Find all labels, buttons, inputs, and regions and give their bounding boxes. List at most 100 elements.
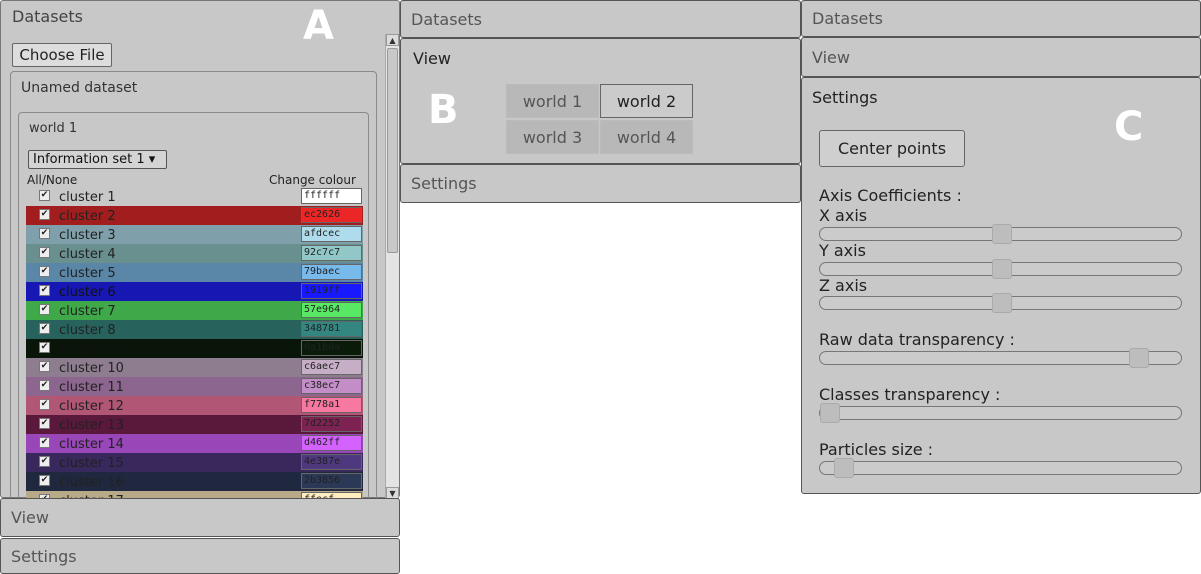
cluster-name: cluster 4	[59, 247, 116, 262]
cluster-name: cluster 15	[59, 456, 124, 471]
settings-header[interactable]: Settings	[400, 164, 801, 203]
cluster-row: ✔ cluster 4 92c7c7	[26, 244, 363, 263]
world-box: world 1 Information set 1 ▾ All/None Cha…	[18, 112, 369, 512]
z-axis-slider[interactable]	[819, 293, 1182, 313]
cluster-checkbox[interactable]: ✔	[39, 228, 50, 239]
scrollbar[interactable]: ▲ ▼	[385, 34, 399, 499]
y-axis-slider[interactable]	[819, 259, 1182, 279]
all-none-toggle[interactable]: All/None	[27, 173, 77, 187]
cluster-colour-input[interactable]: d462ff	[301, 435, 362, 451]
view-header[interactable]: View	[0, 498, 400, 537]
cluster-name: cluster 10	[59, 361, 124, 376]
cluster-name: cluster 7	[59, 304, 116, 319]
cluster-row: ✔ cluster 9 0a1b0a	[26, 339, 363, 358]
cluster-colour-input[interactable]: ec2626	[301, 207, 362, 223]
center-points-button[interactable]: Center points	[819, 130, 965, 167]
cluster-row: ✔ cluster 10 c6aec7	[26, 358, 363, 377]
cluster-checkbox[interactable]: ✔	[39, 475, 50, 486]
world-1-button[interactable]: world 1	[506, 84, 599, 118]
raw-data-transparency-slider-thumb[interactable]	[1129, 348, 1149, 368]
cluster-colour-input[interactable]: 92c7c7	[301, 245, 362, 261]
cluster-checkbox[interactable]: ✔	[39, 399, 50, 410]
cluster-name: cluster 9	[59, 342, 116, 357]
cluster-row: ✔ cluster 12 f778a1	[26, 396, 363, 415]
cluster-checkbox[interactable]: ✔	[39, 285, 50, 296]
panel-c: Datasets View Settings Center points Axi…	[801, 0, 1201, 494]
cluster-checkbox[interactable]: ✔	[39, 380, 50, 391]
cluster-row: ✔ cluster 7 57e964	[26, 301, 363, 320]
cluster-colour-input[interactable]: 0a1b0a	[301, 340, 362, 356]
cluster-colour-input[interactable]: 2b3856	[301, 473, 362, 489]
cluster-checkbox[interactable]: ✔	[39, 323, 50, 334]
cluster-checkbox[interactable]: ✔	[39, 266, 50, 277]
scroll-thumb[interactable]	[387, 48, 398, 253]
cluster-row: ✔ cluster 13 7d2252	[26, 415, 363, 434]
classes-transparency-slider[interactable]	[819, 403, 1182, 423]
cluster-checkbox[interactable]: ✔	[39, 418, 50, 429]
raw-data-transparency-slider[interactable]	[819, 348, 1182, 368]
y-axis-slider-thumb[interactable]	[992, 259, 1012, 279]
x-axis-slider[interactable]	[819, 224, 1182, 244]
datasets-header[interactable]: Datasets	[400, 0, 801, 38]
cluster-checkbox[interactable]: ✔	[39, 437, 50, 448]
axis-coefficients-label: Axis Coefficients :	[819, 186, 962, 205]
choose-file-button[interactable]: Choose File	[12, 43, 112, 67]
cluster-colour-input[interactable]: afdcec	[301, 226, 362, 242]
panel-a: Datasets Choose File Unamed dataset worl…	[0, 0, 400, 574]
cluster-name: cluster 8	[59, 323, 116, 338]
dataset-box: Unamed dataset world 1 Information set 1…	[10, 71, 377, 512]
cluster-row: ✔ cluster 1 ffffff	[26, 187, 363, 206]
cluster-colour-input[interactable]: ffffff	[301, 188, 362, 204]
cluster-colour-input[interactable]: 7d2252	[301, 416, 362, 432]
panel-label-b: B	[428, 87, 459, 133]
cluster-checkbox[interactable]: ✔	[39, 304, 50, 315]
cluster-name: cluster 3	[59, 228, 116, 243]
cluster-checkbox[interactable]: ✔	[39, 456, 50, 467]
cluster-colour-input[interactable]: 57e964	[301, 302, 362, 318]
settings-header[interactable]: Settings	[0, 538, 400, 574]
cluster-checkbox[interactable]: ✔	[39, 361, 50, 372]
cluster-colour-input[interactable]: 348781	[301, 321, 362, 337]
cluster-colour-input[interactable]: 79baec	[301, 264, 362, 280]
z-axis-slider-thumb[interactable]	[992, 293, 1012, 313]
cluster-row: ✔ cluster 3 afdcec	[26, 225, 363, 244]
particles-size-slider-thumb[interactable]	[834, 458, 854, 478]
y-axis-label: Y axis	[819, 241, 866, 260]
cluster-row: ✔ cluster 16 2b3856	[26, 472, 363, 491]
cluster-colour-input[interactable]: 4e387e	[301, 454, 362, 470]
datasets-header[interactable]: Datasets	[801, 0, 1201, 37]
cluster-name: cluster 5	[59, 266, 116, 281]
cluster-colour-input[interactable]: c38ec7	[301, 378, 362, 394]
cluster-name: cluster 16	[59, 475, 124, 490]
dataset-name: Unamed dataset	[21, 80, 138, 96]
particles-size-slider[interactable]	[819, 458, 1182, 478]
z-axis-label: Z axis	[819, 276, 868, 295]
particles-size-label: Particles size :	[819, 440, 934, 459]
world-3-button[interactable]: world 3	[506, 120, 599, 154]
x-axis-slider-thumb[interactable]	[992, 224, 1012, 244]
settings-title[interactable]: Settings	[812, 88, 878, 107]
view-section: View world 1 world 2 world 3 world 4	[400, 38, 801, 164]
cluster-name: cluster 1	[59, 190, 116, 205]
cluster-colour-input[interactable]: 1919ff	[301, 283, 362, 299]
classes-transparency-slider-thumb[interactable]	[820, 403, 840, 423]
x-axis-label: X axis	[819, 206, 868, 225]
cluster-name: cluster 2	[59, 209, 116, 224]
view-title[interactable]: View	[413, 49, 451, 68]
scroll-up-arrow-icon[interactable]: ▲	[386, 34, 399, 46]
cluster-row: ✔ cluster 8 348781	[26, 320, 363, 339]
datasets-header[interactable]: Datasets	[12, 7, 83, 26]
cluster-colour-input[interactable]: c6aec7	[301, 359, 362, 375]
world-4-button[interactable]: world 4	[600, 120, 693, 154]
change-colour-label: Change colour	[269, 173, 356, 187]
cluster-checkbox[interactable]: ✔	[39, 190, 50, 201]
world-2-button[interactable]: world 2	[600, 84, 693, 118]
information-set-select[interactable]: Information set 1 ▾	[28, 150, 167, 169]
cluster-name: cluster 6	[59, 285, 116, 300]
cluster-checkbox[interactable]: ✔	[39, 247, 50, 258]
cluster-checkbox[interactable]: ✔	[39, 342, 50, 353]
cluster-checkbox[interactable]: ✔	[39, 209, 50, 220]
cluster-colour-input[interactable]: f778a1	[301, 397, 362, 413]
raw-data-transparency-label: Raw data transparency :	[819, 330, 1015, 349]
view-header[interactable]: View	[801, 37, 1201, 77]
